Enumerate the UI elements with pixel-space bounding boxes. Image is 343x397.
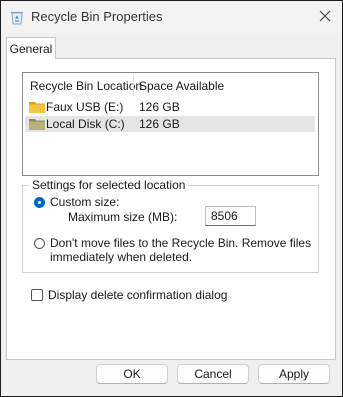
list-item[interactable]: Local Disk (C:) 126 GB <box>25 116 315 132</box>
properties-window: Recycle Bin Properties General Recycle B… <box>0 0 343 397</box>
confirm-dialog-label[interactable]: Display delete confirmation dialog <box>48 288 227 302</box>
space-available: 126 GB <box>139 117 180 131</box>
apply-button[interactable]: Apply <box>258 364 330 384</box>
close-icon <box>319 10 331 22</box>
space-available: 126 GB <box>139 100 180 114</box>
tab-strip: General <box>1 37 342 59</box>
settings-group-title: Settings for selected location <box>29 178 189 192</box>
dont-move-label-line2[interactable]: immediately when deleted. <box>50 250 192 264</box>
cancel-button[interactable]: Cancel <box>177 364 249 384</box>
general-panel: Recycle Bin Location Space Available Fau… <box>6 58 336 360</box>
column-header-location[interactable]: Recycle Bin Location <box>30 79 142 93</box>
list-header: Recycle Bin Location Space Available <box>23 73 318 97</box>
confirm-dialog-checkbox[interactable] <box>31 289 43 301</box>
dont-move-label-line1[interactable]: Don't move files to the Recycle Bin. Rem… <box>50 236 311 250</box>
custom-size-radio[interactable] <box>34 197 45 208</box>
recycle-bin-icon <box>9 9 25 25</box>
settings-groupbox: Settings for selected location Custom si… <box>22 178 319 273</box>
location-name: Faux USB (E:) <box>46 100 124 114</box>
title-bar[interactable]: Recycle Bin Properties <box>1 1 342 33</box>
location-name: Local Disk (C:) <box>46 117 125 131</box>
tab-general[interactable]: General <box>6 37 56 59</box>
column-divider[interactable] <box>133 75 134 95</box>
max-size-label: Maximum size (MB): <box>68 210 178 224</box>
folder-icon <box>29 100 45 113</box>
recycle-bin-location-list[interactable]: Recycle Bin Location Space Available Fau… <box>22 72 319 176</box>
custom-size-label[interactable]: Custom size: <box>50 195 119 209</box>
window-title: Recycle Bin Properties <box>31 9 163 24</box>
folder-icon <box>29 117 45 130</box>
column-header-space[interactable]: Space Available <box>139 79 224 93</box>
dont-move-radio[interactable] <box>34 238 45 249</box>
ok-button[interactable]: OK <box>96 364 168 384</box>
list-item[interactable]: Faux USB (E:) 126 GB <box>25 99 315 115</box>
max-size-input[interactable] <box>205 206 256 226</box>
close-button[interactable] <box>312 5 338 27</box>
